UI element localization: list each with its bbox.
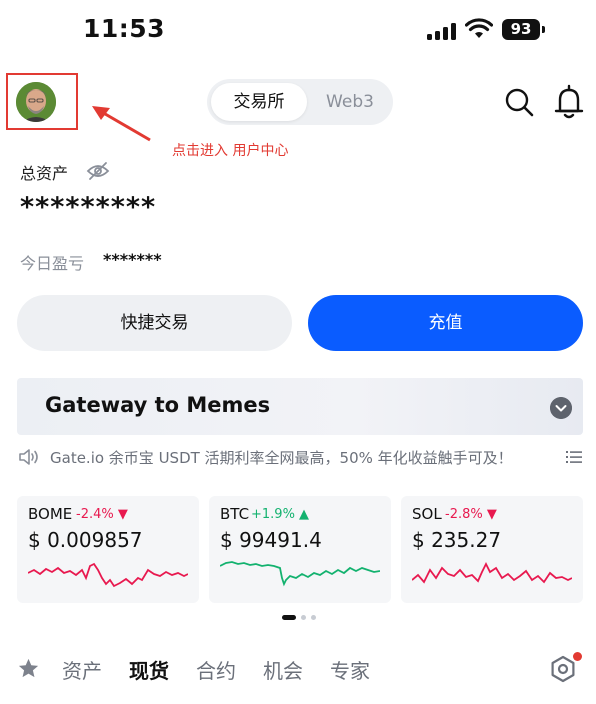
chevron-down-icon[interactable] bbox=[550, 397, 572, 419]
page-dot-active bbox=[282, 615, 296, 620]
search-icon[interactable] bbox=[503, 86, 535, 118]
ticker-change: -2.4% ▼ bbox=[76, 507, 128, 522]
list-icon[interactable] bbox=[566, 449, 582, 465]
today-pnl-label: 今日盈亏 bbox=[20, 254, 85, 273]
ticker-change: +1.9% ▲ bbox=[251, 507, 310, 522]
tab-assets[interactable]: 资产 bbox=[62, 655, 102, 684]
notification-dot bbox=[573, 652, 582, 661]
battery-tip bbox=[542, 26, 545, 33]
today-pnl-value: ******* bbox=[103, 250, 162, 269]
status-time: 11:53 bbox=[83, 14, 166, 43]
ticker-change: -2.8% ▼ bbox=[445, 507, 497, 522]
page-dot bbox=[311, 615, 316, 620]
ticker-price: $ 99491.4 bbox=[220, 528, 322, 552]
exchange-web3-switch: 交易所 Web3 bbox=[207, 79, 393, 125]
ticker-card-bome[interactable]: BOME -2.4% ▼ $ 0.009857 bbox=[17, 496, 199, 603]
tab-web3[interactable]: Web3 bbox=[311, 83, 389, 121]
battery-indicator: 93 bbox=[502, 19, 540, 40]
ticker-card-sol[interactable]: SOL -2.8% ▼ $ 235.27 bbox=[401, 496, 583, 603]
speaker-icon bbox=[19, 449, 38, 465]
tab-futures[interactable]: 合约 bbox=[196, 655, 236, 684]
total-assets-value: ********* bbox=[20, 192, 157, 223]
promo-banner[interactable]: Gateway to Memes bbox=[17, 378, 583, 435]
ticker-price: $ 235.27 bbox=[412, 528, 502, 552]
annotation-arrow-icon bbox=[92, 106, 151, 142]
banner-title: Gateway to Memes bbox=[45, 393, 271, 417]
sparkline bbox=[28, 562, 188, 588]
page-dot bbox=[301, 615, 306, 620]
star-icon[interactable] bbox=[17, 657, 40, 680]
bell-icon[interactable] bbox=[552, 84, 586, 120]
annotation-text: 点击进入 用户中心 bbox=[172, 143, 289, 159]
user-avatar[interactable] bbox=[16, 82, 56, 122]
quick-trade-button[interactable]: 快捷交易 bbox=[17, 295, 292, 351]
tab-opportunities[interactable]: 机会 bbox=[263, 655, 303, 684]
carousel-pagination bbox=[282, 615, 322, 621]
tab-experts[interactable]: 专家 bbox=[330, 655, 370, 684]
sparkline bbox=[412, 561, 572, 584]
signal-icon bbox=[427, 22, 457, 40]
ticker-price: $ 0.009857 bbox=[28, 528, 143, 552]
market-tabs: 资产 现货 合约 机会 专家 bbox=[0, 650, 596, 690]
eye-hidden-icon[interactable] bbox=[86, 161, 110, 181]
tab-exchange[interactable]: 交易所 bbox=[211, 83, 307, 121]
tab-spot[interactable]: 现货 bbox=[129, 655, 169, 684]
avatar-photo bbox=[16, 82, 56, 122]
status-bar: 11:53 93 bbox=[0, 0, 596, 62]
deposit-button[interactable]: 充值 bbox=[308, 295, 583, 351]
ticker-symbol: BTC bbox=[220, 505, 250, 523]
ticker-card-btc[interactable]: BTC +1.9% ▲ $ 99491.4 bbox=[209, 496, 391, 603]
sparkline bbox=[220, 561, 380, 587]
ticker-symbol: SOL bbox=[412, 505, 442, 523]
wifi-icon bbox=[465, 18, 493, 38]
notice-ticker-text[interactable]: Gate.io 余币宝 USDT 活期利率全网最高，50% 年化收益触手可及！ bbox=[50, 447, 555, 468]
total-assets-label: 总资产 bbox=[20, 164, 69, 183]
ticker-symbol: BOME bbox=[28, 505, 73, 523]
